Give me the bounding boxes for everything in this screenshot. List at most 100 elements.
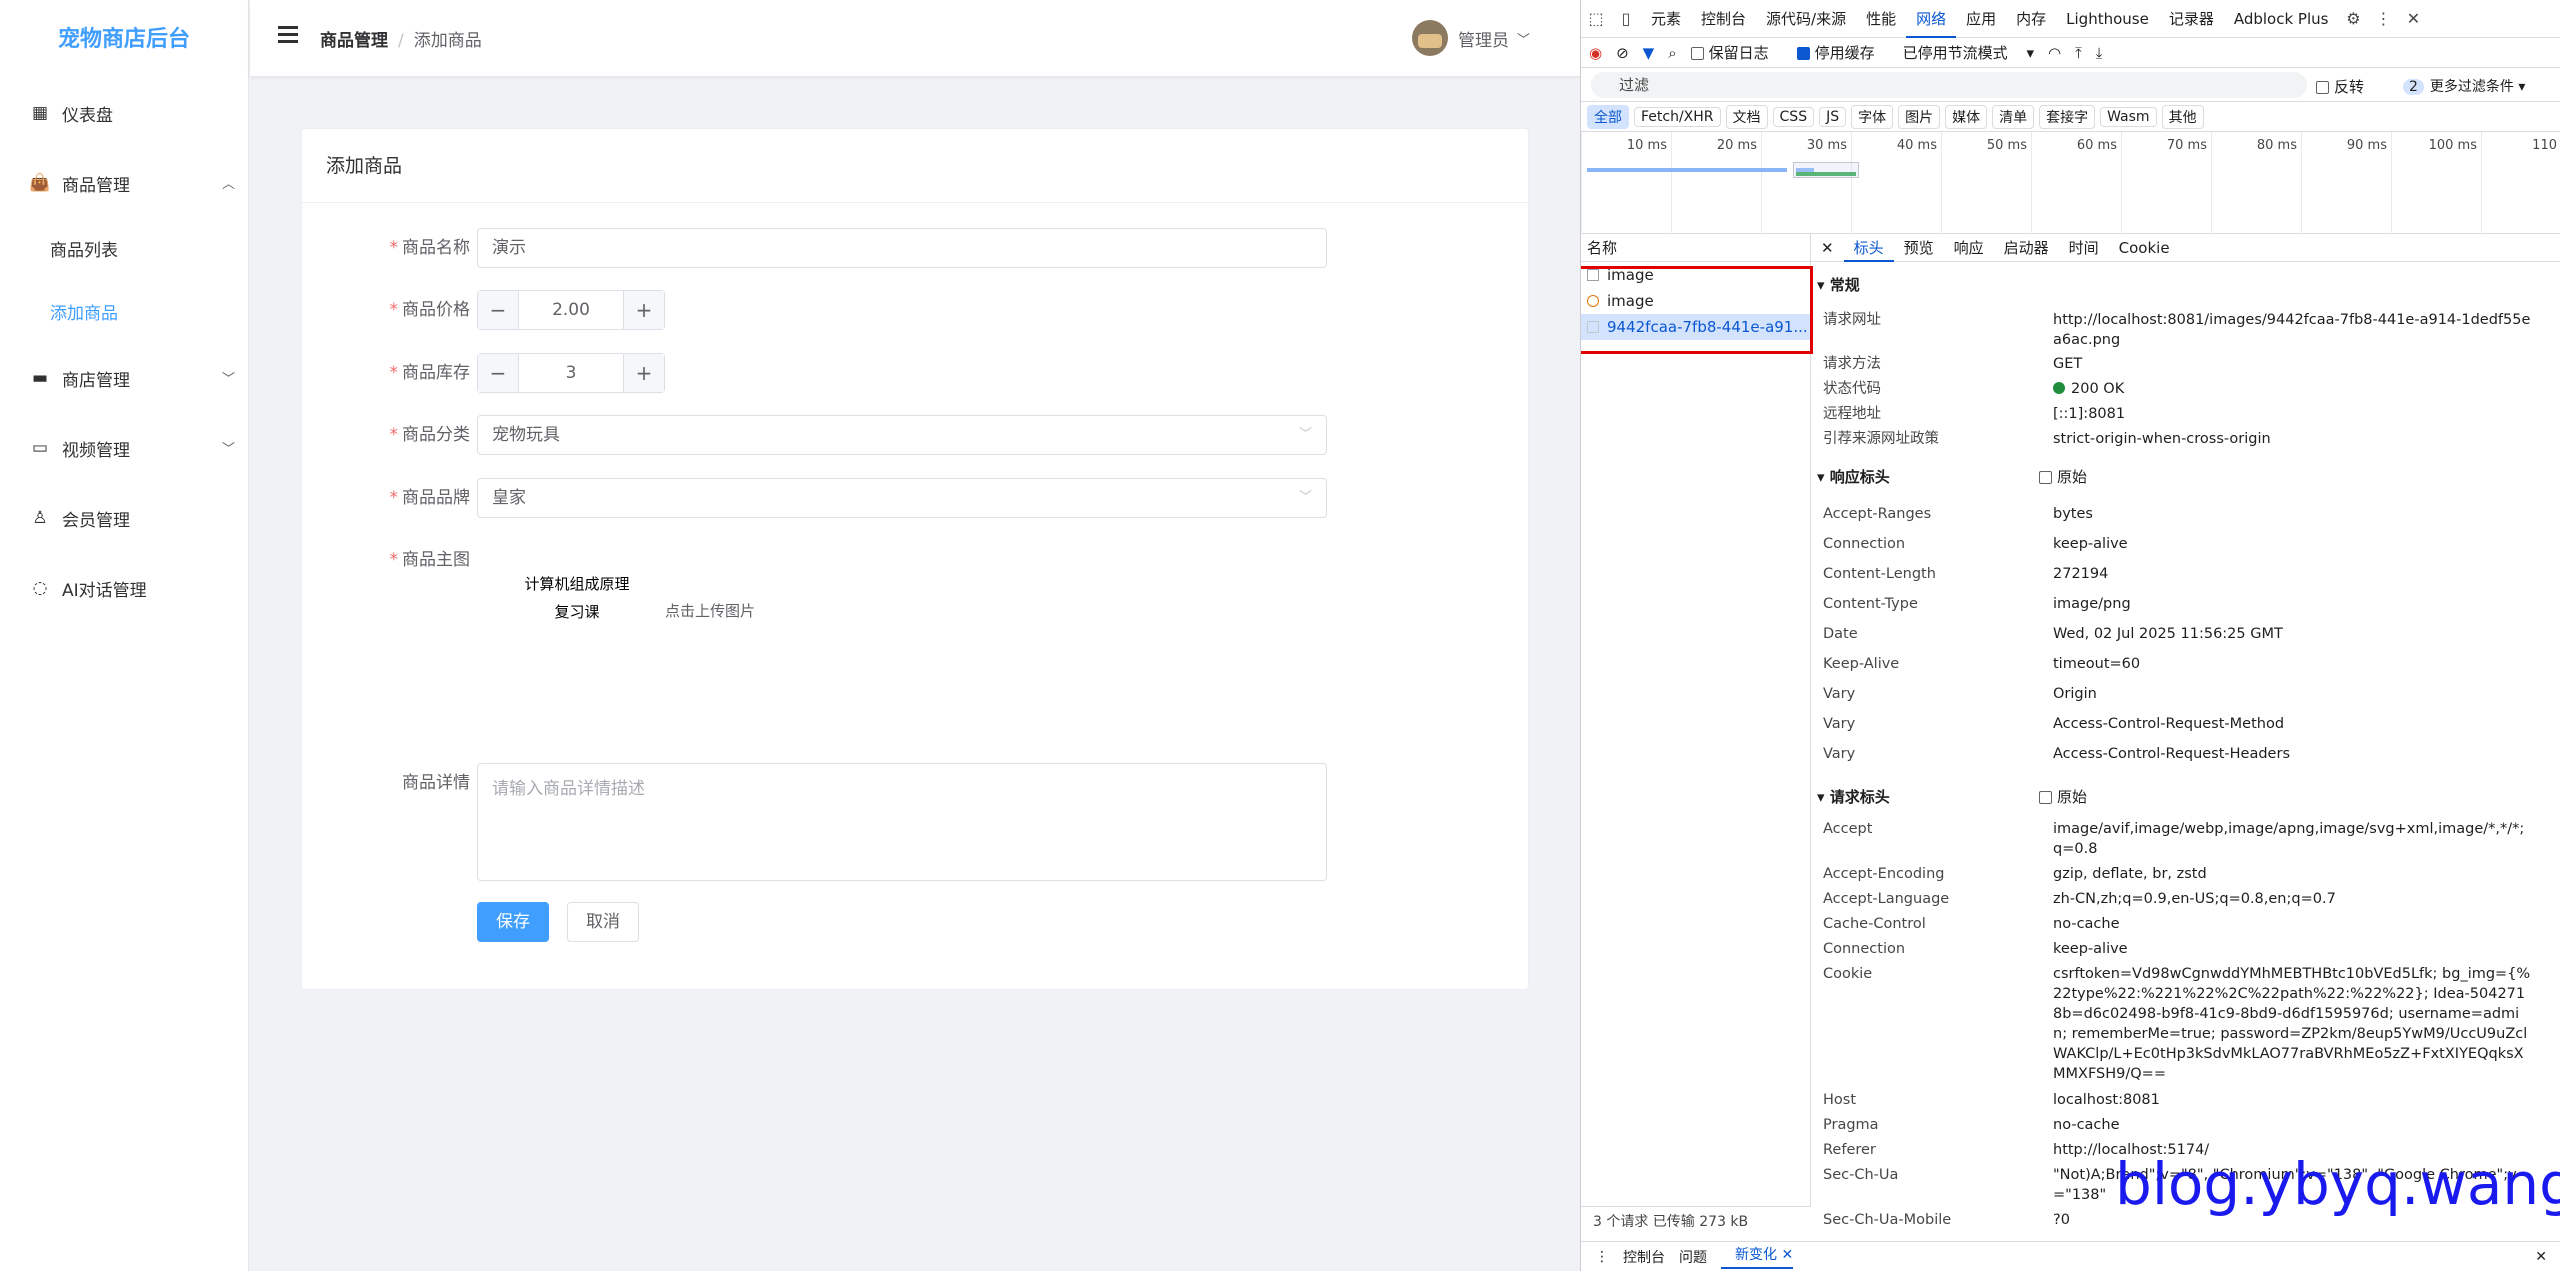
more-filters-button[interactable]: 2 更多过滤条件 ▾ xyxy=(2403,76,2525,96)
tab-network[interactable]: 网络 xyxy=(1906,0,1957,38)
user-name: 管理员 xyxy=(1457,30,1509,51)
tab-adblock[interactable]: Adblock Plus xyxy=(2224,0,2339,38)
network-overview-timeline[interactable]: 10 ms 20 ms 30 ms 40 ms 50 ms 60 ms 70 m… xyxy=(1581,132,2560,234)
tab-headers[interactable]: 标头 xyxy=(1843,234,1894,262)
price-input[interactable]: 2.00 xyxy=(518,291,624,329)
section-request-headers[interactable]: ▾ 请求标头 原始 xyxy=(1817,786,2087,807)
throttle-select[interactable]: 已停用节流模式 ▾ xyxy=(1903,42,2034,63)
close-icon[interactable]: ✕ xyxy=(2535,1249,2547,1265)
admin-app: 宠物商店后台 ▦ 仪表盘 👜 商品管理 ︿ 商品列表 添加商品 ▬ 商店管理 ﹀… xyxy=(0,0,1580,1271)
devtools-tabbar: ⬚ ▯ 元素 控制台 源代码/来源 性能 网络 应用 内存 Lighthouse… xyxy=(1581,0,2560,38)
drawer-tab-issues[interactable]: 问题 xyxy=(1679,1247,1707,1267)
inspect-icon[interactable]: ⬚ xyxy=(1581,9,1611,28)
tab-recorder[interactable]: 记录器 xyxy=(2159,0,2224,38)
stock-input[interactable]: 3 xyxy=(518,354,624,392)
tab-preview[interactable]: 预览 xyxy=(1894,234,1944,262)
tab-memory[interactable]: 内存 xyxy=(2006,0,2056,38)
type-font[interactable]: 字体 xyxy=(1851,104,1894,129)
dashboard-icon: ▦ xyxy=(31,103,49,123)
search-icon[interactable]: ⌕ xyxy=(1668,44,1676,62)
tab-response[interactable]: 响应 xyxy=(1944,234,1994,262)
filter-icon[interactable]: ▼ xyxy=(1643,44,1655,62)
disable-cache-checkbox[interactable]: 停用缓存 xyxy=(1796,42,1889,63)
clear-icon[interactable]: ⊘ xyxy=(1616,44,1629,62)
sidebar-item-video-management[interactable]: ▭ 视频管理 ﹀ xyxy=(0,420,249,476)
tab-initiator[interactable]: 启动器 xyxy=(1994,234,2059,262)
increment-button[interactable]: + xyxy=(624,354,664,392)
form-row-brand: * 商品品牌 皇家 ﹀ xyxy=(302,478,1530,518)
user-menu[interactable]: 管理员 ﹀ xyxy=(1411,20,1530,56)
image-label: 商品主图 xyxy=(402,550,470,570)
close-icon[interactable]: ✕ xyxy=(2398,9,2428,28)
form-row-stock: * 商品库存 − 3 + xyxy=(302,353,1530,393)
filter-input[interactable]: 过滤 xyxy=(1591,72,2307,98)
filter-bar: 过滤 反转 2 更多过滤条件 ▾ xyxy=(1581,68,2560,102)
raw-checkbox[interactable]: 原始 xyxy=(2039,786,2087,807)
sidebar-item-member-management[interactable]: ♙ 会员管理 xyxy=(0,490,249,546)
type-manifest[interactable]: 清单 xyxy=(1992,104,2035,129)
drawer-tab-whats-new[interactable]: 新变化 ✕ xyxy=(1721,1244,1794,1269)
type-socket[interactable]: 套接字 xyxy=(2039,104,2096,129)
timeline-tick: 100 ms xyxy=(2391,132,2481,234)
section-general[interactable]: ▾ 常规 xyxy=(1817,274,1860,295)
more-vert-icon[interactable]: ⋮ xyxy=(2368,9,2398,28)
sidebar-item-dashboard[interactable]: ▦ 仪表盘 xyxy=(0,85,249,141)
timeline-tick: 110 xyxy=(2481,132,2560,234)
save-button[interactable]: 保存 xyxy=(477,902,549,942)
download-icon[interactable]: ⤓ xyxy=(2096,44,2103,62)
brand-select[interactable]: 皇家 ﹀ xyxy=(477,478,1327,518)
category-value: 宠物玩具 xyxy=(492,425,560,445)
sidebar-item-shop-management[interactable]: ▬ 商店管理 ﹀ xyxy=(0,350,249,406)
product-name-input[interactable]: 演示 xyxy=(477,228,1327,268)
sidebar-item-product-list[interactable]: 商品列表 xyxy=(0,220,249,276)
tab-console[interactable]: 控制台 xyxy=(1691,0,1756,38)
type-doc[interactable]: 文档 xyxy=(1725,104,1768,129)
record-icon[interactable]: ◉ xyxy=(1589,44,1602,62)
tab-sources[interactable]: 源代码/来源 xyxy=(1756,0,1856,38)
close-icon[interactable]: ✕ xyxy=(1811,234,1844,262)
menu-fold-icon[interactable] xyxy=(278,26,298,46)
tab-timing[interactable]: 时间 xyxy=(2059,234,2109,262)
section-response-headers[interactable]: ▾ 响应标头 原始 xyxy=(1817,466,2087,487)
device-toggle-icon[interactable]: ▯ xyxy=(1611,9,1641,28)
image-uploader[interactable]: 计算机组成原理 复习课 点击上传图片 xyxy=(477,540,777,660)
decrement-button[interactable]: − xyxy=(478,291,518,329)
tab-application[interactable]: 应用 xyxy=(1956,0,2006,38)
timeline-tick: 90 ms xyxy=(2301,132,2391,234)
breadcrumb-parent[interactable]: 商品管理 xyxy=(320,31,388,51)
drawer-tab-console[interactable]: 控制台 xyxy=(1623,1247,1665,1267)
product-detail-textarea[interactable]: 请输入商品详情描述 xyxy=(477,763,1327,881)
tab-performance[interactable]: 性能 xyxy=(1856,0,1906,38)
type-all[interactable]: 全部 xyxy=(1587,104,1629,129)
raw-checkbox[interactable]: 原始 xyxy=(2039,466,2087,487)
status-ok-icon xyxy=(2053,382,2065,394)
invert-checkbox[interactable]: 反转 xyxy=(2316,76,2364,97)
gear-icon[interactable]: ⚙ xyxy=(2338,9,2368,28)
category-select[interactable]: 宠物玩具 ﹀ xyxy=(477,415,1327,455)
upload-icon[interactable]: ⤒ xyxy=(2075,44,2082,62)
upload-hint: 点击上传图片 xyxy=(665,602,756,620)
type-js[interactable]: JS xyxy=(1819,106,1847,127)
sidebar-item-product-management[interactable]: 👜 商品管理 ︿ xyxy=(0,155,249,211)
type-other[interactable]: 其他 xyxy=(2161,104,2204,129)
type-css[interactable]: CSS xyxy=(1772,106,1815,127)
tab-cookies[interactable]: Cookie xyxy=(2109,234,2180,262)
name-column-header[interactable]: 名称 xyxy=(1581,234,1810,262)
shopping-bag-icon: 👜 xyxy=(29,173,51,193)
sidebar-item-add-product[interactable]: 添加商品 xyxy=(0,283,249,339)
sidebar-item-label: AI对话管理 xyxy=(62,580,147,601)
type-media[interactable]: 媒体 xyxy=(1945,104,1988,129)
tab-elements[interactable]: 元素 xyxy=(1641,0,1691,38)
tab-lighthouse[interactable]: Lighthouse xyxy=(2056,0,2159,38)
type-fetch-xhr[interactable]: Fetch/XHR xyxy=(1634,106,1721,127)
type-img[interactable]: 图片 xyxy=(1898,104,1941,129)
increment-button[interactable]: + xyxy=(624,291,664,329)
sidebar-item-ai-chat[interactable]: ◌ AI对话管理 xyxy=(0,560,249,616)
more-vert-icon[interactable]: ⋮ xyxy=(1595,1249,1609,1265)
type-wasm[interactable]: Wasm xyxy=(2100,106,2157,127)
wifi-icon[interactable]: ◠ xyxy=(2048,44,2061,62)
preserve-log-checkbox[interactable]: 保留日志 xyxy=(1690,42,1783,63)
required-mark: * xyxy=(389,363,399,383)
decrement-button[interactable]: − xyxy=(478,354,518,392)
cancel-button[interactable]: 取消 xyxy=(567,902,639,942)
